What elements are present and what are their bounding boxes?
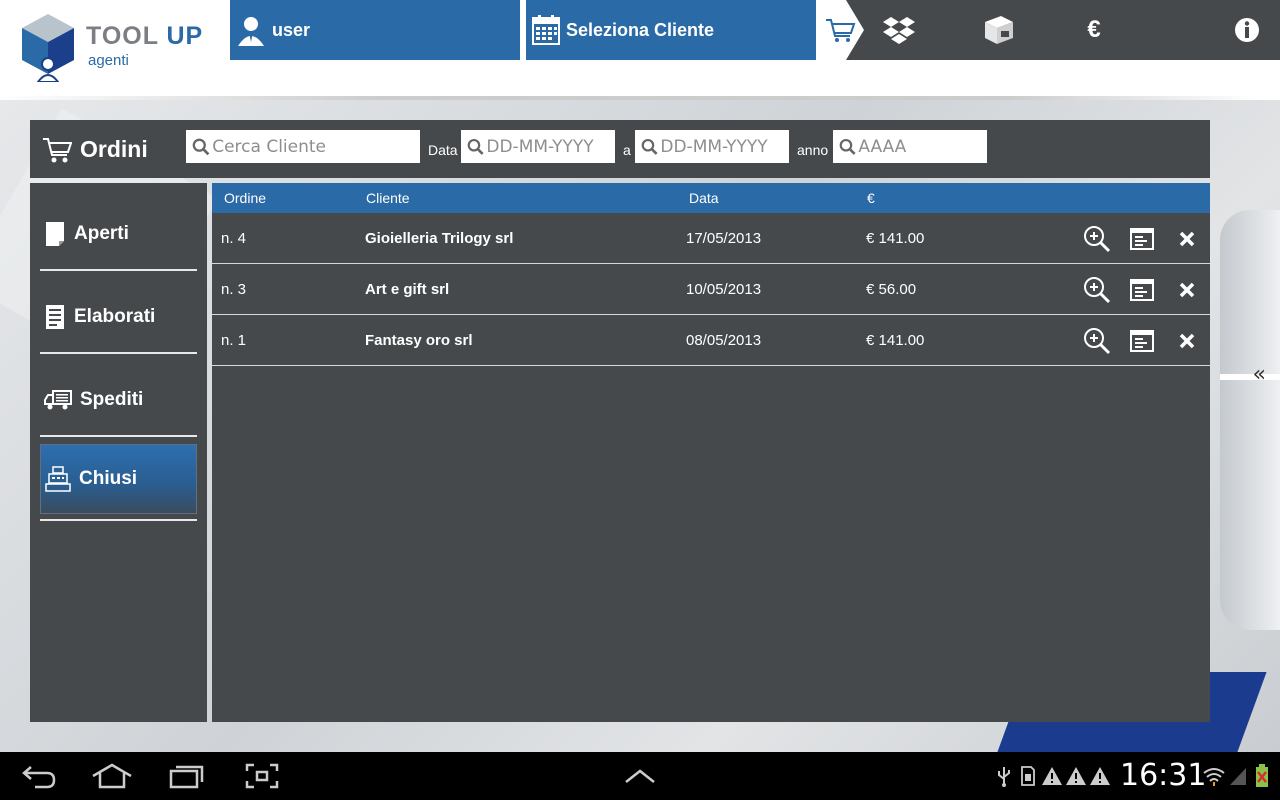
user-label: user — [272, 19, 311, 40]
orders-table: Ordine Cliente Data € n. 4 Gioielleria T… — [212, 183, 1210, 722]
divider — [40, 519, 197, 521]
table-row[interactable]: n. 1 Fantasy oro srl 08/05/2013 € 141.00 — [212, 315, 1210, 366]
date-to-field[interactable] — [635, 130, 789, 163]
delete-icon[interactable] — [1172, 224, 1202, 254]
status-sidebar: Aperti Elaborati Spediti Chiusi — [30, 183, 207, 722]
sidebar-item-label: Chiusi — [79, 468, 138, 489]
year-label: anno — [797, 142, 829, 158]
brand-subtitle: agenti — [88, 52, 129, 69]
top-bar: TOOL UP agenti user Seleziona Cliente € — [0, 0, 1280, 100]
chevron-up-icon[interactable] — [622, 762, 658, 790]
zoom-icon[interactable] — [1082, 326, 1112, 356]
client-name: Art e gift srl — [365, 281, 450, 298]
client-name: Fantasy oro srl — [365, 332, 473, 349]
search-icon — [641, 138, 658, 155]
select-client-button[interactable]: Seleziona Cliente — [526, 0, 816, 60]
column-header-date[interactable]: Data — [689, 190, 719, 206]
table-row[interactable]: n. 4 Gioielleria Trilogy srl 17/05/2013 … — [212, 213, 1210, 264]
dropbox-icon[interactable] — [881, 12, 917, 48]
cart-icon — [43, 138, 72, 163]
delete-icon[interactable] — [1172, 326, 1202, 356]
date-from-input[interactable] — [486, 136, 615, 157]
details-icon[interactable] — [1127, 224, 1157, 254]
sidebar-item-label: Aperti — [74, 223, 129, 244]
clock: 16:31 — [1120, 758, 1207, 793]
date-to-input[interactable] — [660, 136, 789, 157]
orders-header: Ordini Data a anno — [30, 120, 1210, 178]
column-header-amount[interactable]: € — [867, 190, 875, 206]
signal-icon — [1228, 762, 1248, 790]
screenshot-icon[interactable] — [244, 762, 280, 790]
sidebar-item-chiusi[interactable]: Chiusi — [40, 444, 197, 514]
year-field[interactable] — [833, 130, 987, 163]
warning-icon — [1065, 762, 1087, 790]
search-icon — [839, 138, 856, 155]
order-date: 10/05/2013 — [686, 281, 762, 298]
collapse-arrows-icon[interactable]: « — [1253, 362, 1266, 387]
app-logo: TOOL UP agenti — [20, 12, 210, 84]
recent-apps-icon[interactable] — [168, 762, 206, 790]
table-header: Ordine Cliente Data € — [212, 183, 1210, 213]
order-amount: € 141.00 — [866, 332, 925, 349]
cube-logo-icon — [22, 14, 74, 82]
search-icon — [467, 138, 484, 155]
order-number: n. 3 — [221, 281, 247, 298]
zoom-icon[interactable] — [1082, 224, 1112, 254]
order-number: n. 1 — [221, 332, 247, 349]
brand-name: TOOL UP — [86, 22, 204, 50]
truck-icon — [44, 390, 72, 410]
date-from-field[interactable] — [461, 130, 615, 163]
select-client-label: Seleziona Cliente — [566, 19, 715, 40]
client-search-field[interactable] — [186, 130, 420, 163]
calendar-icon — [532, 15, 560, 45]
wifi-icon — [1202, 762, 1226, 790]
home-icon[interactable] — [90, 762, 134, 790]
page-title: Ordini — [80, 136, 148, 162]
column-header-client[interactable]: Cliente — [366, 190, 410, 206]
sidebar-item-elaborati[interactable]: Elaborati — [40, 282, 197, 354]
sidebar-item-spediti[interactable]: Spediti — [40, 365, 197, 437]
usb-icon — [994, 762, 1014, 790]
client-search-input[interactable] — [212, 136, 420, 157]
warning-icon — [1041, 762, 1063, 790]
sidebar-item-label: Spediti — [80, 389, 144, 410]
delete-icon[interactable] — [1172, 275, 1202, 305]
order-number: n. 4 — [221, 230, 247, 247]
order-amount: € 141.00 — [866, 230, 925, 247]
order-amount: € 56.00 — [866, 281, 917, 298]
register-icon — [45, 466, 71, 492]
system-nav-bar: 16:31 — [0, 752, 1280, 800]
zoom-icon[interactable] — [1082, 275, 1112, 305]
sidebar-item-label: Elaborati — [74, 306, 156, 327]
euro-icon[interactable]: € — [1076, 12, 1112, 48]
warning-icon — [1089, 762, 1111, 790]
sidebar-item-aperti[interactable]: Aperti — [40, 199, 197, 271]
to-label: a — [623, 142, 631, 158]
user-button[interactable]: user — [230, 0, 520, 60]
battery-icon — [1254, 762, 1270, 790]
sd-card-icon — [1018, 762, 1038, 790]
table-row[interactable]: n. 3 Art e gift srl 10/05/2013 € 56.00 — [212, 264, 1210, 315]
info-icon[interactable] — [1229, 12, 1265, 48]
details-icon[interactable] — [1127, 275, 1157, 305]
order-date: 17/05/2013 — [686, 230, 762, 247]
date-label: Data — [428, 142, 458, 158]
details-icon[interactable] — [1127, 326, 1157, 356]
client-name: Gioielleria Trilogy srl — [365, 230, 514, 247]
document-icon — [46, 222, 64, 246]
list-doc-icon — [46, 305, 64, 329]
year-input[interactable] — [858, 136, 987, 157]
back-icon[interactable] — [20, 762, 58, 790]
search-icon — [192, 138, 210, 155]
column-header-order[interactable]: Ordine — [224, 190, 266, 206]
box-icon[interactable] — [980, 12, 1016, 48]
cart-tab-icon[interactable] — [820, 0, 864, 60]
order-date: 08/05/2013 — [686, 332, 762, 349]
user-icon — [238, 17, 264, 46]
